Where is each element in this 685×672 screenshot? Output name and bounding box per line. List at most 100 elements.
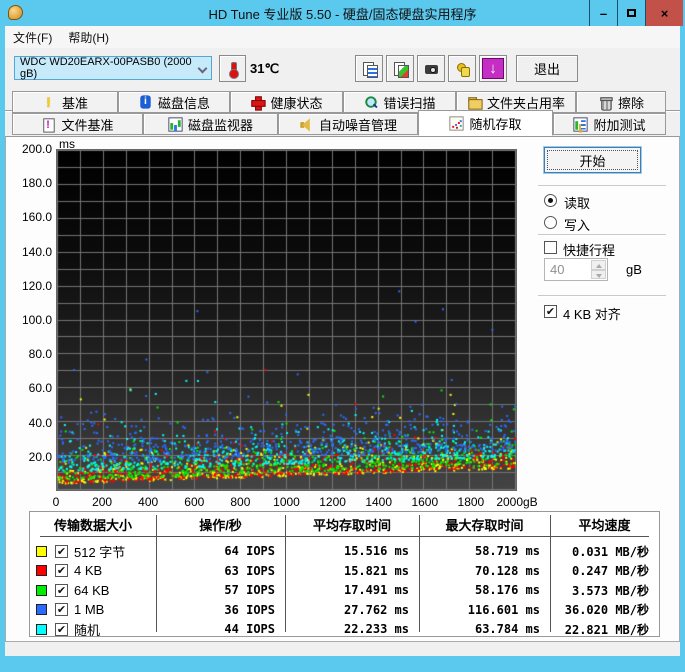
y-tick-label: 120.0: [21, 278, 52, 293]
scan-icon: [364, 95, 378, 109]
window-title: HD Tune 专业版 5.50 - 硬盘/固态硬盘实用程序: [208, 6, 477, 22]
value-cell: 36 IOPS: [224, 602, 275, 617]
thermometer-icon: [225, 61, 240, 79]
value-cell: 58.719 ms: [474, 544, 540, 558]
value-cell: 63 IOPS: [224, 563, 275, 578]
spin-down-icon[interactable]: [591, 269, 606, 279]
series-checkbox[interactable]: ✔: [55, 603, 68, 616]
value-cell: 22.233 ms: [343, 622, 409, 636]
series-label: 随机: [74, 622, 101, 638]
toolbar: WDC WD20EARX-00PASB0 (2000 gB) 31℃ 退出: [5, 48, 680, 112]
separator: [538, 295, 666, 297]
table-header-4: 平均速度: [578, 518, 631, 533]
value-cell: 36.020 MB/秒: [564, 603, 649, 617]
tab-disk-info[interactable]: 磁盘信息: [118, 91, 230, 113]
column-separator: [550, 515, 551, 632]
tab-strip: 基准 磁盘信息 健康状态 错误扫描 文件夹占用率 擦除 文件基准 磁盘监视器 自动噪音管理 随机…: [5, 90, 680, 137]
copy-text-button[interactable]: [355, 55, 383, 82]
menu-help[interactable]: 帮助(H): [60, 26, 117, 49]
value-cell: 70.128 ms: [474, 563, 540, 578]
maximize-button[interactable]: [617, 0, 645, 26]
folder-icon: [467, 95, 483, 110]
y-tick-label: 140.0: [21, 244, 52, 259]
separator: [538, 234, 666, 236]
table-header-3: 最大存取时间: [445, 518, 524, 533]
speaker-icon: [299, 117, 313, 132]
series-checkbox[interactable]: ✔: [55, 564, 68, 577]
y-tick-label: 200.0: [21, 142, 52, 156]
series-label: 512 字节: [74, 544, 126, 560]
series-cell: ✔ 64 KB: [30, 583, 156, 598]
series-cell: ✔ 512 字节: [30, 542, 156, 561]
align-checkbox[interactable]: ✔: [544, 305, 557, 318]
tab-label: 磁盘监视器: [187, 117, 253, 133]
spin-up-icon[interactable]: [591, 260, 606, 270]
exit-button[interactable]: 退出: [516, 55, 578, 82]
x-tick-label: 200: [92, 495, 113, 509]
value-cell: 57 IOPS: [224, 583, 275, 597]
quick-stroke-checkbox[interactable]: [544, 241, 557, 254]
tab-label: 附加测试: [593, 117, 646, 133]
y-tick-label: 160.0: [21, 210, 52, 225]
scatter-plot: [56, 149, 517, 491]
tab-disk-monitor[interactable]: 磁盘监视器: [143, 113, 278, 135]
value-cell: 44 IOPS: [224, 622, 275, 636]
column-separator: [419, 515, 420, 632]
x-tick-label: 1000: [273, 495, 300, 509]
quick-stroke-input[interactable]: 40: [544, 258, 608, 281]
series-checkbox[interactable]: ✔: [55, 583, 68, 597]
quick-stroke-label: 快捷行程: [563, 243, 616, 258]
series-checkbox[interactable]: ✔: [55, 622, 68, 636]
write-radio[interactable]: [544, 216, 557, 229]
series-label: 4 KB: [74, 563, 103, 578]
tab-label: 磁盘信息: [157, 95, 210, 111]
y-tick-label: 40.0: [28, 415, 52, 430]
table-row: ✔ 随机 44 IOPS 22.233 ms 63.784 ms 22.821 MB/秒: [30, 618, 659, 640]
tab-erase[interactable]: 擦除: [576, 91, 666, 113]
download-icon: [482, 58, 504, 79]
tab-label: 文件夹占用率: [486, 95, 565, 111]
value-cell: 15.821 ms: [343, 563, 409, 578]
tab-extra-tests[interactable]: 附加测试: [553, 113, 666, 135]
copy-image-icon: [393, 61, 409, 78]
tab-aam[interactable]: 自动噪音管理: [278, 113, 418, 135]
table-header-1: 操作/秒: [199, 518, 242, 533]
temperature-button[interactable]: [219, 55, 246, 82]
write-label: 写入: [564, 218, 591, 233]
copy-image-button[interactable]: [386, 55, 414, 82]
value-cell: 63.784 ms: [474, 622, 540, 636]
value-cell: 15.516 ms: [343, 544, 409, 558]
quick-stroke-value: 40: [550, 262, 565, 277]
read-radio[interactable]: [544, 194, 557, 207]
minimize-button[interactable]: –: [589, 0, 617, 26]
start-button[interactable]: 开始: [544, 147, 641, 173]
menu-file[interactable]: 文件(F): [5, 26, 60, 49]
tab-label: 随机存取: [469, 116, 522, 132]
tab-file-benchmark[interactable]: 文件基准: [12, 113, 143, 135]
series-checkbox[interactable]: ✔: [55, 544, 68, 558]
tab-health[interactable]: 健康状态: [230, 91, 343, 113]
tab-label: 错误扫描: [383, 95, 436, 111]
value-cell: 0.247 MB/秒: [571, 564, 649, 578]
y-tick-label: 80.0: [28, 347, 52, 362]
camera-button[interactable]: [417, 55, 445, 82]
x-tick-label: 2000gB: [496, 495, 538, 509]
drive-select[interactable]: WDC WD20EARX-00PASB0 (2000 gB): [14, 56, 212, 80]
download-button[interactable]: [479, 55, 507, 82]
tab-random-access[interactable]: 随机存取: [418, 110, 553, 136]
x-tick-label: 1200: [319, 495, 346, 509]
tab-label: 擦除: [617, 95, 644, 111]
table-header-2: 平均存取时间: [312, 518, 391, 533]
extra-icon: [573, 116, 589, 132]
client-area: 文件(F) 帮助(H) WDC WD20EARX-00PASB0 (2000 g…: [5, 26, 680, 656]
camera-icon: [424, 61, 439, 76]
tab-benchmark[interactable]: 基准: [12, 91, 118, 113]
options-button[interactable]: [448, 55, 476, 82]
file-bench-icon: [42, 117, 56, 133]
value-cell: 22.821 MB/秒: [564, 622, 649, 637]
x-tick-label: 800: [230, 495, 251, 509]
tab-label: 自动噪音管理: [318, 117, 397, 133]
column-separator: [285, 515, 286, 632]
close-button[interactable]: ×: [645, 0, 683, 26]
scatter-canvas: [57, 150, 516, 490]
